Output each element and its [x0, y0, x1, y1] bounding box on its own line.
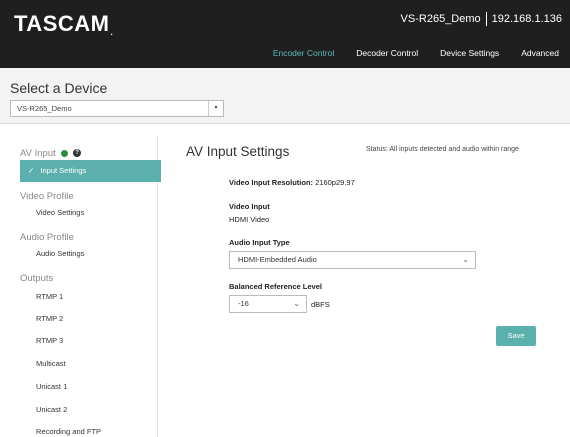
audio-input-type-label: Audio Input Type	[229, 238, 290, 247]
main-nav: Encoder Control Decoder Control Device S…	[262, 48, 570, 58]
sidebar-heading-outputs: Outputs	[20, 273, 54, 284]
device-name: VS-R265_Demo	[400, 13, 481, 25]
sidebar-item-audio-settings[interactable]: Audio Settings	[36, 249, 84, 258]
sidebar-heading-av-input: AV Input ?	[20, 148, 82, 159]
device-select[interactable]: VS-R265_Demo ▼	[10, 100, 224, 117]
ip-address: 192.168.1.136	[491, 13, 562, 25]
sidebar-item-unicast-1[interactable]: Unicast 1	[36, 382, 67, 391]
status-ok-icon	[61, 149, 69, 157]
check-icon: ✓	[28, 166, 35, 175]
reference-level-unit: dBFS	[311, 300, 330, 309]
sidebar-item-rtmp-2[interactable]: RTMP 2	[36, 314, 63, 323]
device-section-title: Select a Device	[10, 80, 108, 96]
audio-input-type-select[interactable]: HDMI-Embedded Audio ⌄	[229, 251, 476, 269]
sidebar-item-input-settings[interactable]: ✓ Input Settings	[20, 160, 161, 182]
video-input-label: Video Input	[229, 202, 270, 211]
tascam-logo: TASCAM.	[14, 11, 114, 37]
sidebar-item-unicast-2[interactable]: Unicast 2	[36, 405, 67, 414]
sidebar-item-rtmp-3[interactable]: RTMP 3	[36, 336, 63, 345]
reference-level-label: Balanced Reference Level	[229, 282, 322, 291]
nav-encoder-control[interactable]: Encoder Control	[262, 48, 345, 58]
video-resolution-value: 2160p29.97	[315, 178, 355, 187]
sidebar-heading-audio-profile: Audio Profile	[20, 232, 74, 243]
sidebar-heading-video-profile: Video Profile	[20, 191, 74, 202]
chevron-down-icon: ⌄	[293, 299, 300, 308]
video-resolution-label: Video Input Resolution:	[229, 178, 314, 187]
nav-advanced[interactable]: Advanced	[510, 48, 570, 58]
chevron-down-icon: ⌄	[462, 255, 469, 264]
sidebar-item-recording-ftp[interactable]: Recording and FTP	[36, 427, 101, 436]
top-header: TASCAM. VS-R265_Demo 192.168.1.136 Encod…	[0, 0, 570, 68]
help-icon[interactable]: ?	[73, 149, 82, 158]
status-message: Status: All inputs detected and audio wi…	[366, 146, 519, 153]
sidebar-item-rtmp-1[interactable]: RTMP 1	[36, 292, 63, 301]
nav-decoder-control[interactable]: Decoder Control	[345, 48, 429, 58]
device-info: VS-R265_Demo 192.168.1.136	[401, 12, 562, 26]
sidebar-item-multicast[interactable]: Multicast	[36, 359, 66, 368]
video-resolution-row: Video Input Resolution: 2160p29.97	[229, 178, 355, 187]
caret-down-icon[interactable]: ▼	[208, 101, 223, 116]
sidebar: AV Input ? ✓ Input Settings Video Profil…	[10, 136, 161, 437]
page-title: AV Input Settings	[186, 144, 290, 159]
reference-level-select[interactable]: -16 ⌄	[229, 295, 307, 313]
divider	[485, 12, 487, 26]
nav-device-settings[interactable]: Device Settings	[429, 48, 510, 58]
device-select-value: VS-R265_Demo	[17, 104, 72, 113]
save-button[interactable]: Save	[496, 326, 536, 346]
device-selector-section: Select a Device VS-R265_Demo ▼	[0, 68, 570, 124]
sidebar-item-video-settings[interactable]: Video Settings	[36, 208, 84, 217]
video-input-value: HDMI Video	[229, 215, 270, 224]
